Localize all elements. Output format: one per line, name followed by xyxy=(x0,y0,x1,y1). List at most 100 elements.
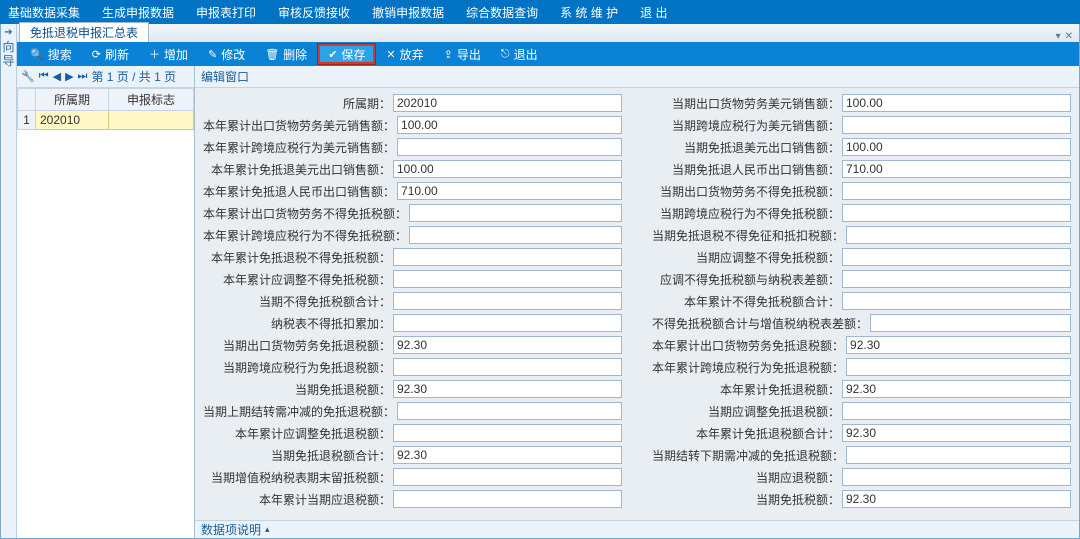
field-label: 当期出口货物劳务美元销售额： xyxy=(652,95,842,112)
field-label: 本年累计跨境应税行为不得免抵税额： xyxy=(203,227,409,244)
field-input[interactable] xyxy=(842,402,1071,420)
field-input[interactable] xyxy=(842,490,1071,508)
next-page-icon[interactable]: ▶ xyxy=(65,70,73,83)
field-input[interactable] xyxy=(409,226,622,244)
exit-button[interactable]: ⎋退出 xyxy=(492,44,547,64)
field-right-3: 当期免抵退人民币出口销售额： xyxy=(652,160,1071,178)
field-input[interactable] xyxy=(846,446,1071,464)
menu-item-0[interactable]: 基础数据采集 xyxy=(8,4,80,21)
workspace: 免抵退税申报汇总表 ▾ ✕ 🔍搜索 ⟳刷新 ＋增加 ✎修改 🗑删除 ✔保存 ✕放… xyxy=(17,24,1079,538)
field-input[interactable] xyxy=(393,94,622,112)
wrench-icon[interactable]: 🔧 xyxy=(21,70,35,83)
field-input[interactable] xyxy=(397,116,622,134)
field-label: 本年累计出口货物劳务美元销售额： xyxy=(203,117,397,134)
cell-period[interactable]: 202010 xyxy=(36,111,109,130)
field-label: 当期出口货物劳务不得免抵税额： xyxy=(652,183,842,200)
save-button[interactable]: ✔保存 xyxy=(318,44,375,64)
field-input[interactable] xyxy=(842,270,1071,288)
field-input[interactable] xyxy=(842,468,1071,486)
field-label: 本年累计跨境应税行为免抵退税额： xyxy=(652,359,846,376)
field-input[interactable] xyxy=(842,248,1071,266)
discard-button[interactable]: ✕放弃 xyxy=(377,44,432,64)
field-input[interactable] xyxy=(393,314,622,332)
field-input[interactable] xyxy=(393,380,622,398)
cell-flag[interactable] xyxy=(109,111,194,130)
field-label: 本年累计应调整不得免抵税额： xyxy=(203,271,393,288)
field-input[interactable] xyxy=(846,336,1071,354)
tab-close-icon[interactable]: ✕ xyxy=(1065,31,1073,42)
last-page-icon[interactable]: ⏭ xyxy=(78,70,88,83)
table-row[interactable]: 1202010 xyxy=(18,111,194,130)
field-input[interactable] xyxy=(842,380,1071,398)
refresh-icon: ⟳ xyxy=(92,48,101,61)
col-period[interactable]: 所属期 xyxy=(36,89,109,111)
tab-summary[interactable]: 免抵退税申报汇总表 xyxy=(19,22,149,42)
menu-item-7[interactable]: 退 出 xyxy=(640,4,667,21)
field-input[interactable] xyxy=(842,424,1071,442)
field-label: 当期跨境应税行为美元销售额： xyxy=(652,117,842,134)
menu-item-6[interactable]: 系 统 维 护 xyxy=(560,4,618,21)
col-flag[interactable]: 申报标志 xyxy=(109,89,194,111)
field-input[interactable] xyxy=(393,160,622,178)
field-input[interactable] xyxy=(393,270,622,288)
field-label: 不得免抵税额合计与增值税纳税表差额： xyxy=(652,315,870,332)
field-right-4: 当期出口货物劳务不得免抵税额： xyxy=(652,182,1071,200)
field-right-12: 本年累计跨境应税行为免抵退税额： xyxy=(652,358,1071,376)
field-label: 本年累计免抵退税不得免抵税额： xyxy=(203,249,393,266)
field-input[interactable] xyxy=(842,204,1071,222)
menu-item-5[interactable]: 综合数据查询 xyxy=(466,4,538,21)
field-left-9: 当期不得免抵税额合计： xyxy=(203,292,622,310)
field-input[interactable] xyxy=(846,226,1071,244)
field-left-14: 当期上期结转需冲减的免抵退税额： xyxy=(203,402,622,420)
field-input[interactable] xyxy=(870,314,1071,332)
field-input[interactable] xyxy=(397,182,622,200)
field-left-0: 所属期： xyxy=(203,94,622,112)
field-right-16: 当期结转下期需冲减的免抵退税额： xyxy=(652,446,1071,464)
menu-item-4[interactable]: 撤销申报数据 xyxy=(372,4,444,21)
field-input[interactable] xyxy=(842,292,1071,310)
menu-item-3[interactable]: 审核反馈接收 xyxy=(278,4,350,21)
field-input[interactable] xyxy=(397,402,622,420)
field-input[interactable] xyxy=(393,468,622,486)
add-button[interactable]: ＋增加 xyxy=(140,44,197,64)
field-input[interactable] xyxy=(846,358,1071,376)
field-label: 应调不得免抵税额与纳税表差额： xyxy=(652,271,842,288)
field-label: 当期结转下期需冲减的免抵退税额： xyxy=(652,447,846,464)
field-input[interactable] xyxy=(393,248,622,266)
field-input[interactable] xyxy=(393,358,622,376)
search-button[interactable]: 🔍搜索 xyxy=(21,44,81,64)
menu-item-2[interactable]: 申报表打印 xyxy=(196,4,256,21)
field-label: 当期增值税纳税表期末留抵税额： xyxy=(203,469,393,486)
field-input[interactable] xyxy=(393,490,622,508)
period-grid[interactable]: 所属期 申报标志 1202010 xyxy=(17,88,194,538)
field-input[interactable] xyxy=(842,138,1071,156)
wizard-sidebar[interactable]: ➔ 向导 xyxy=(1,24,17,538)
tab-minimize-icon[interactable]: ▾ xyxy=(1056,31,1061,42)
form-area[interactable]: 所属期： 当期出口货物劳务美元销售额： 本年累计出口货物劳务美元销售额： 当期跨境应税… xyxy=(195,88,1079,520)
edit-header: 编辑窗口 xyxy=(195,66,1079,88)
field-left-2: 本年累计跨境应税行为美元销售额： xyxy=(203,138,622,156)
edit-button[interactable]: ✎修改 xyxy=(199,44,254,64)
field-input[interactable] xyxy=(397,138,622,156)
field-input[interactable] xyxy=(393,424,622,442)
first-page-icon[interactable]: ⏮ xyxy=(39,70,49,83)
field-label: 本年累计出口货物劳务不得免抵税额： xyxy=(203,205,409,222)
delete-button[interactable]: 🗑删除 xyxy=(256,44,316,64)
prev-page-icon[interactable]: ◀ xyxy=(53,70,61,83)
field-input[interactable] xyxy=(842,116,1071,134)
field-input[interactable] xyxy=(842,94,1071,112)
field-input[interactable] xyxy=(393,336,622,354)
field-label: 当期免抵税额： xyxy=(652,491,842,508)
field-input[interactable] xyxy=(393,446,622,464)
field-left-18: 本年累计当期应退税额： xyxy=(203,490,622,508)
field-help-section[interactable]: 数据项说明▴ xyxy=(195,520,1079,538)
field-input[interactable] xyxy=(409,204,622,222)
refresh-button[interactable]: ⟳刷新 xyxy=(83,44,138,64)
menu-item-1[interactable]: 生成申报数据 xyxy=(102,4,174,21)
field-input[interactable] xyxy=(842,182,1071,200)
field-left-5: 本年累计出口货物劳务不得免抵税额： xyxy=(203,204,622,222)
field-input[interactable] xyxy=(393,292,622,310)
field-label: 当期免抵退美元出口销售额： xyxy=(652,139,842,156)
export-button[interactable]: ⇪导出 xyxy=(435,44,490,64)
field-input[interactable] xyxy=(842,160,1071,178)
